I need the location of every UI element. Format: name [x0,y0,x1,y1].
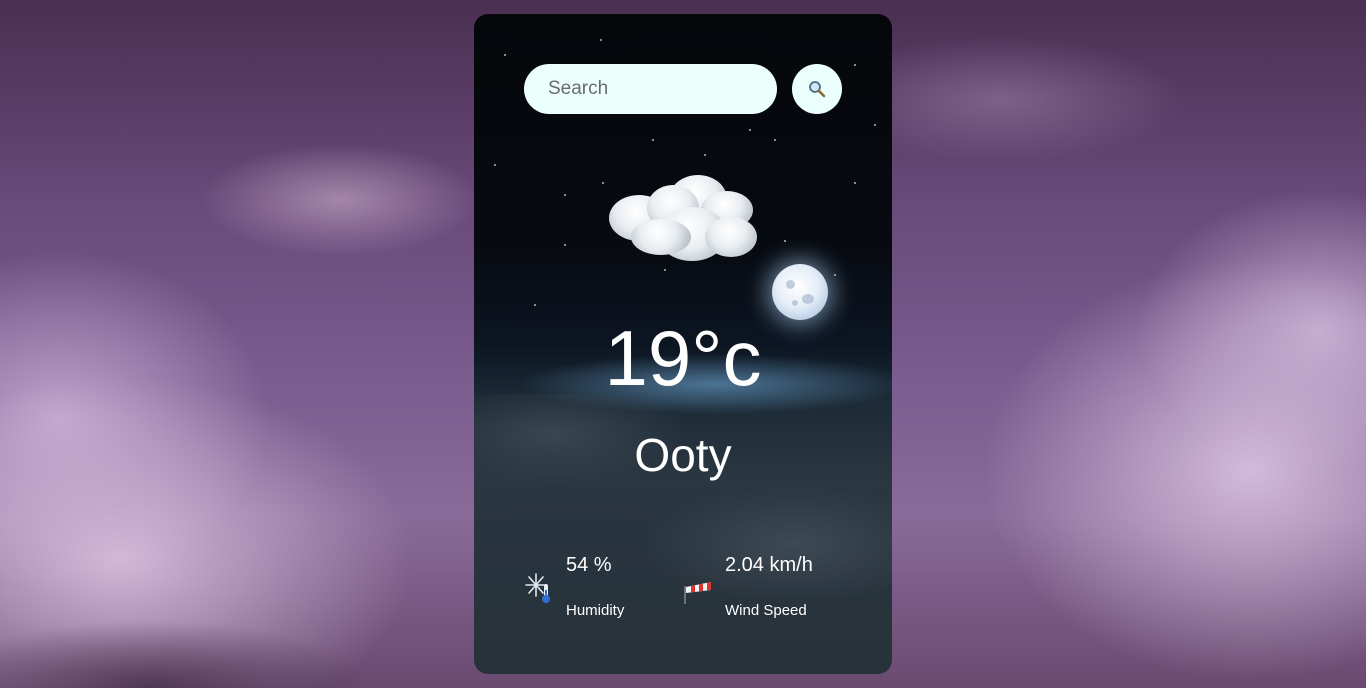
temperature: 19°c [604,314,762,402]
humidity-label: Humidity [566,602,625,619]
wind-speed-value: 2.04 km/h [725,554,813,576]
cloudy-night-icon [609,169,759,269]
weather-card: 19°c Ooty 54 % Humidity 2.04 km/h Wind S… [474,14,892,674]
search-icon [809,81,826,98]
background-hill [0,578,480,688]
wind-detail: 2.04 km/h Wind Speed [683,554,853,624]
moon [772,264,828,320]
wind-speed-label: Wind Speed [725,602,807,619]
search-button[interactable] [792,64,842,114]
humidity-detail: 54 % Humidity [524,554,664,624]
search-input[interactable] [524,64,777,114]
windsock-icon [684,582,711,604]
search-bar [524,64,842,114]
humidity-thermometer-icon [525,573,550,603]
humidity-value: 54 % [566,554,612,576]
city-name: Ooty [634,429,732,481]
